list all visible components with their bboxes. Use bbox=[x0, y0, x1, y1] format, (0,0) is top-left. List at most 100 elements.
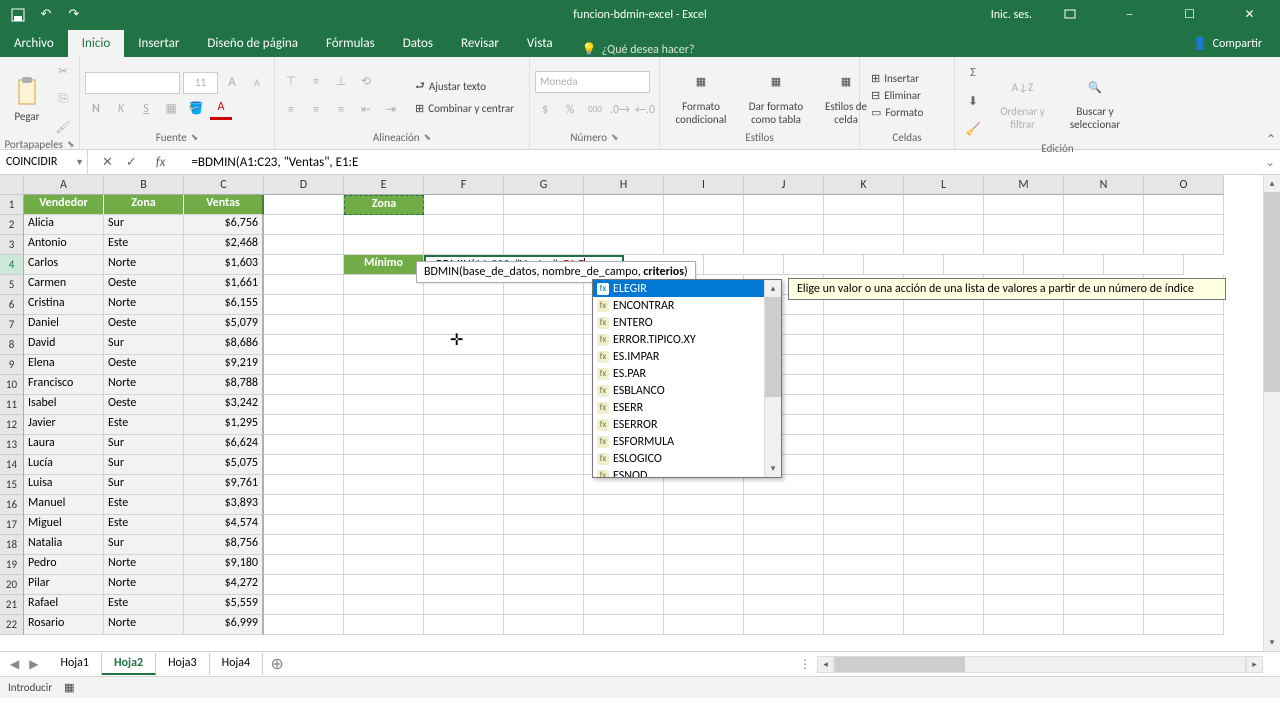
cell-D19[interactable] bbox=[264, 555, 344, 575]
cell-K22[interactable] bbox=[824, 615, 904, 635]
increase-decimal-icon[interactable]: .0→ bbox=[610, 99, 630, 121]
format-painter-icon[interactable]: 🖌 bbox=[52, 116, 74, 138]
tab-formulas[interactable]: Fórmulas bbox=[312, 30, 389, 57]
cell-D5[interactable] bbox=[264, 275, 344, 295]
sheet-tab-hoja2[interactable]: Hoja2 bbox=[102, 653, 156, 675]
expand-formula-bar-icon[interactable]: ⌄ bbox=[1260, 155, 1280, 170]
cell-C19[interactable]: $9,180 bbox=[184, 555, 264, 575]
cell-F1[interactable] bbox=[424, 195, 504, 215]
cell-O22[interactable] bbox=[1144, 615, 1224, 635]
cell-C21[interactable]: $5,559 bbox=[184, 595, 264, 615]
col-header-I[interactable]: I bbox=[664, 175, 744, 195]
cell-G2[interactable] bbox=[504, 215, 584, 235]
font-size-input[interactable] bbox=[183, 72, 218, 94]
row-header-17[interactable]: 17 bbox=[0, 515, 24, 535]
cell-A2[interactable]: Alicia bbox=[24, 215, 104, 235]
cell-F20[interactable] bbox=[424, 575, 504, 595]
cell-B7[interactable]: Oeste bbox=[104, 315, 184, 335]
cell-G19[interactable] bbox=[504, 555, 584, 575]
func-option-eslogico[interactable]: fxESLOGICO bbox=[593, 450, 781, 467]
font-name-input[interactable] bbox=[85, 72, 180, 94]
cell-E17[interactable] bbox=[344, 515, 424, 535]
cell-E13[interactable] bbox=[344, 435, 424, 455]
cell-H18[interactable] bbox=[584, 535, 664, 555]
cell-N15[interactable] bbox=[1064, 475, 1144, 495]
cell-I17[interactable] bbox=[664, 515, 744, 535]
cell-M10[interactable] bbox=[984, 375, 1064, 395]
cell-A11[interactable]: Isabel bbox=[24, 395, 104, 415]
cell-O8[interactable] bbox=[1144, 335, 1224, 355]
col-header-D[interactable]: D bbox=[264, 175, 344, 195]
cell-H20[interactable] bbox=[584, 575, 664, 595]
next-sheet-icon[interactable]: ▶ bbox=[29, 657, 38, 672]
cell-E7[interactable] bbox=[344, 315, 424, 335]
cell-O15[interactable] bbox=[1144, 475, 1224, 495]
cell-N17[interactable] bbox=[1064, 515, 1144, 535]
row-header-21[interactable]: 21 bbox=[0, 595, 24, 615]
cell-I20[interactable] bbox=[664, 575, 744, 595]
redo-icon[interactable]: ↷ bbox=[66, 7, 82, 23]
cell-L10[interactable] bbox=[904, 375, 984, 395]
cell-M18[interactable] bbox=[984, 535, 1064, 555]
func-option-entero[interactable]: fxENTERO bbox=[593, 314, 781, 331]
cell-D9[interactable] bbox=[264, 355, 344, 375]
cell-L4[interactable] bbox=[864, 255, 944, 275]
cell-F10[interactable] bbox=[424, 375, 504, 395]
fill-color-icon[interactable]: 🪣 bbox=[185, 98, 207, 120]
cell-B4[interactable]: Norte bbox=[104, 255, 184, 275]
cell-F22[interactable] bbox=[424, 615, 504, 635]
cell-A6[interactable]: Cristina bbox=[24, 295, 104, 315]
cell-O20[interactable] bbox=[1144, 575, 1224, 595]
cell-M13[interactable] bbox=[984, 435, 1064, 455]
sheet-tab-hoja1[interactable]: Hoja1 bbox=[48, 653, 102, 675]
cell-K12[interactable] bbox=[824, 415, 904, 435]
cell-F11[interactable] bbox=[424, 395, 504, 415]
cell-N4[interactable] bbox=[1024, 255, 1104, 275]
cell-L11[interactable] bbox=[904, 395, 984, 415]
cell-G16[interactable] bbox=[504, 495, 584, 515]
cell-E4[interactable]: Mínimo bbox=[344, 255, 424, 275]
cell-A18[interactable]: Natalia bbox=[24, 535, 104, 555]
scroll-thumb[interactable] bbox=[1264, 192, 1280, 392]
cell-C3[interactable]: $2,468 bbox=[184, 235, 264, 255]
cell-M16[interactable] bbox=[984, 495, 1064, 515]
cell-B14[interactable]: Sur bbox=[104, 455, 184, 475]
row-header-3[interactable]: 3 bbox=[0, 235, 24, 255]
cell-G3[interactable] bbox=[504, 235, 584, 255]
cell-M11[interactable] bbox=[984, 395, 1064, 415]
cell-B15[interactable]: Sur bbox=[104, 475, 184, 495]
cell-J4[interactable] bbox=[704, 255, 784, 275]
cell-L16[interactable] bbox=[904, 495, 984, 515]
cell-B5[interactable]: Oeste bbox=[104, 275, 184, 295]
cell-D2[interactable] bbox=[264, 215, 344, 235]
cell-C6[interactable]: $6,155 bbox=[184, 295, 264, 315]
cell-D3[interactable] bbox=[264, 235, 344, 255]
undo-icon[interactable]: ↶ bbox=[38, 7, 54, 23]
cell-M15[interactable] bbox=[984, 475, 1064, 495]
share-button[interactable]: 👤 Compartir bbox=[1183, 30, 1272, 57]
insert-cells-button[interactable]: ⊞Insertar bbox=[867, 71, 927, 86]
cell-A16[interactable]: Manuel bbox=[24, 495, 104, 515]
sheet-tab-hoja4[interactable]: Hoja4 bbox=[210, 653, 264, 675]
format-table-button[interactable]: ▦Dar formato como tabla bbox=[740, 64, 812, 128]
row-header-10[interactable]: 10 bbox=[0, 375, 24, 395]
row-header-18[interactable]: 18 bbox=[0, 535, 24, 555]
cell-N1[interactable] bbox=[1064, 195, 1144, 215]
cancel-formula-icon[interactable]: ✕ bbox=[102, 155, 113, 170]
cell-K4[interactable] bbox=[784, 255, 864, 275]
cell-F2[interactable] bbox=[424, 215, 504, 235]
dialog-launcher-icon[interactable]: ⬊ bbox=[67, 139, 75, 150]
cell-F15[interactable] bbox=[424, 475, 504, 495]
grow-font-icon[interactable]: A bbox=[221, 72, 243, 94]
cell-E3[interactable] bbox=[344, 235, 424, 255]
cell-G8[interactable] bbox=[504, 335, 584, 355]
cell-N18[interactable] bbox=[1064, 535, 1144, 555]
cell-N3[interactable] bbox=[1064, 235, 1144, 255]
row-header-8[interactable]: 8 bbox=[0, 335, 24, 355]
cell-H16[interactable] bbox=[584, 495, 664, 515]
col-header-K[interactable]: K bbox=[824, 175, 904, 195]
cell-A19[interactable]: Pedro bbox=[24, 555, 104, 575]
cell-J15[interactable] bbox=[744, 475, 824, 495]
cell-A20[interactable]: Pilar bbox=[24, 575, 104, 595]
cell-N13[interactable] bbox=[1064, 435, 1144, 455]
